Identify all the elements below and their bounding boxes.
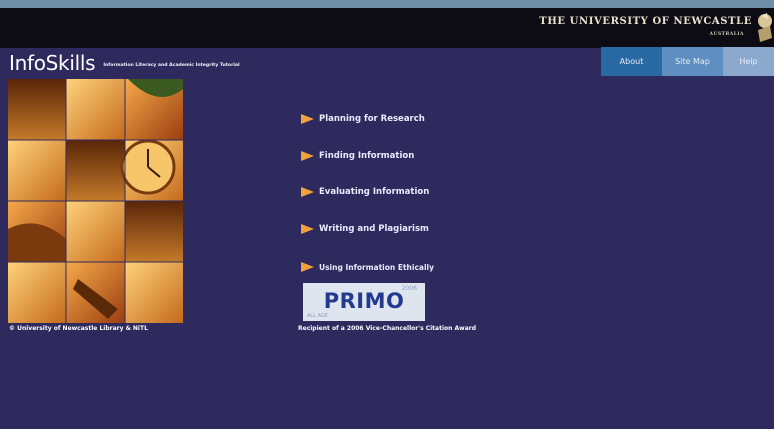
nav-about[interactable]: About: [601, 47, 662, 76]
menu-using-information-ethically[interactable]: Using Information Ethically: [301, 262, 434, 272]
university-crest-icon: [758, 13, 772, 42]
header-bar: THE UNIVERSITY OF NEWCASTLE AUSTRALIA: [0, 8, 774, 48]
site-title: InfoSkills: [9, 51, 96, 75]
menu-item-label: Writing and Plagiarism: [319, 224, 429, 234]
university-name: THE UNIVERSITY OF NEWCASTLE: [539, 16, 752, 27]
orange-arrow-icon: [301, 151, 314, 161]
orange-arrow-icon: [301, 224, 314, 234]
university-country: AUSTRALIA: [709, 32, 744, 37]
orange-arrow-icon: [301, 114, 314, 124]
orange-arrow-icon: [301, 187, 314, 197]
site-tagline: Information Literacy and Academic Integr…: [103, 63, 240, 68]
menu-writing-and-plagiarism[interactable]: Writing and Plagiarism: [301, 224, 429, 234]
window-top-frame: [0, 0, 774, 8]
award-caption: Recipient of a 2006 Vice-Chancellor's Ci…: [298, 325, 476, 332]
primo-footer: ALL AGE: [307, 313, 328, 319]
site-brand: InfoSkills Information Literacy and Acad…: [9, 51, 240, 75]
nav-help[interactable]: Help: [723, 47, 774, 76]
nav-site-map[interactable]: Site Map: [662, 47, 723, 76]
top-navigation: About Site Map Help: [601, 47, 774, 76]
menu-item-label: Using Information Ethically: [319, 262, 434, 272]
menu-item-label: Finding Information: [319, 151, 415, 161]
orange-arrow-icon: [301, 262, 314, 272]
menu-evaluating-information[interactable]: Evaluating Information: [301, 187, 429, 197]
hero-collage-image: [8, 79, 183, 323]
primo-award-badge[interactable]: 2006 PRIMO ALL AGE: [303, 283, 425, 321]
primo-title: PRIMO: [323, 289, 405, 313]
menu-finding-information[interactable]: Finding Information: [301, 151, 414, 161]
copyright-notice: © University of Newcastle Library & NiTL: [9, 325, 148, 332]
menu-item-label: Planning for Research: [319, 114, 425, 124]
menu-planning-for-research[interactable]: Planning for Research: [301, 114, 425, 124]
menu-item-label: Evaluating Information: [319, 187, 430, 197]
